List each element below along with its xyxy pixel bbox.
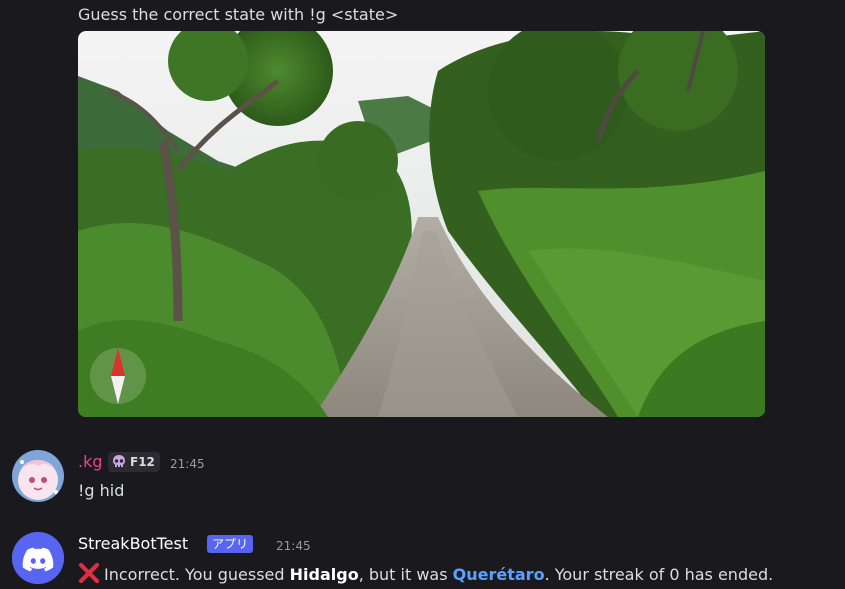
bot-message-content: Incorrect. You guessed Hidalgo, but it w…: [78, 562, 773, 585]
user-avatar[interactable]: [12, 450, 64, 502]
street-view-illustration: [78, 31, 765, 417]
role-tag[interactable]: F12: [108, 452, 160, 472]
street-view-image[interactable]: [78, 31, 765, 417]
user-timestamp[interactable]: 21:45: [170, 456, 205, 472]
correct-state: Querétaro: [452, 565, 545, 584]
discord-logo-icon: [12, 532, 64, 584]
skull-icon: [111, 454, 127, 470]
user-username[interactable]: .kg: [78, 452, 103, 472]
bot-prompt-text: Guess the correct state with !g <state>: [78, 5, 399, 24]
message-part-3: . Your streak of 0 has ended.: [544, 565, 774, 584]
role-label: F12: [130, 455, 155, 469]
bot-avatar[interactable]: [12, 532, 64, 584]
guessed-state: Hidalgo: [289, 565, 359, 584]
cross-mark-icon: [78, 562, 100, 584]
chat-channel: Guess the correct state with !g <state>: [0, 0, 845, 589]
message-part-1: Incorrect. You guessed: [104, 565, 290, 584]
bot-username[interactable]: StreakBotTest: [78, 534, 188, 554]
bot-timestamp[interactable]: 21:45: [276, 538, 311, 554]
app-tag: アプリ: [207, 535, 254, 553]
compass-icon: [90, 348, 146, 404]
user-message-content: !g hid: [78, 481, 125, 500]
message-part-2: , but it was: [358, 565, 453, 584]
